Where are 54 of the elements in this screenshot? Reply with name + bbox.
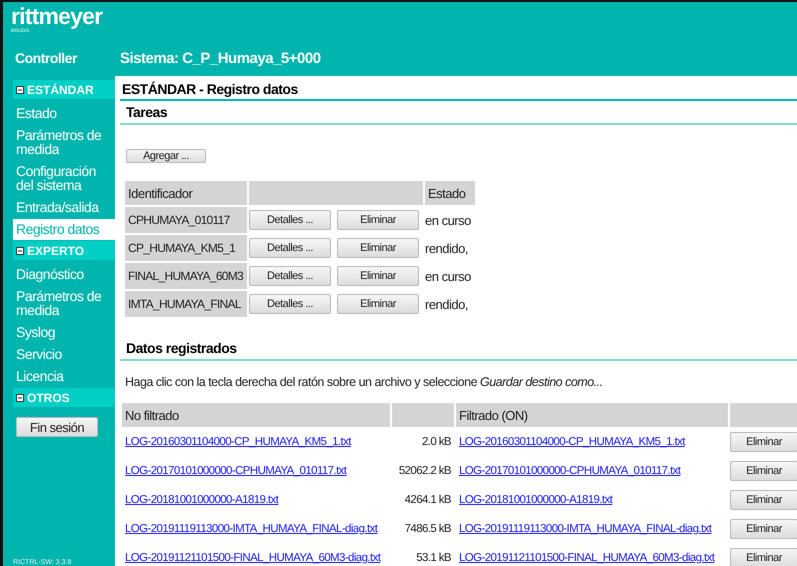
- table-header: Estado: [425, 181, 475, 205]
- table-cell-text: rendido,: [425, 240, 469, 258]
- delete-button[interactable]: Eliminar: [730, 432, 797, 452]
- logo: rittmeyer: [11, 4, 104, 28]
- collapse-icon[interactable]: [16, 86, 24, 94]
- table-cell: IMTA_HUMAYA_FINAL: [125, 291, 247, 317]
- details-button[interactable]: Detalles ...: [249, 294, 331, 314]
- collapse-icon[interactable]: [16, 246, 24, 254]
- table-cell: CPHUMAYA_010117: [125, 207, 247, 233]
- file-link[interactable]: LOG-20181001000000-A1819.txt: [459, 494, 612, 506]
- table-header: Identificador: [125, 181, 247, 205]
- table-header: [392, 403, 454, 427]
- file-link[interactable]: LOG-20170101000000-CPHUMAYA_010117.txt: [459, 464, 680, 476]
- delete-button[interactable]: Eliminar: [337, 238, 419, 258]
- table-cell-text: en curso: [425, 268, 472, 286]
- delete-button[interactable]: Eliminar: [730, 460, 797, 480]
- details-button[interactable]: Detalles ...: [249, 210, 331, 230]
- logout-button[interactable]: Fin sesión: [16, 417, 98, 437]
- collapse-icon[interactable]: [16, 394, 24, 402]
- page-title: ESTÁNDAR - Registro datos: [120, 80, 797, 101]
- delete-button[interactable]: Eliminar: [730, 518, 797, 538]
- table-header: No filtrado: [122, 403, 390, 427]
- table-cell: FINAL_HUMAYA_60M3: [125, 263, 247, 289]
- delete-button[interactable]: Eliminar: [730, 548, 797, 566]
- table-cell-text: 53.1 kB: [415, 550, 452, 566]
- file-link[interactable]: LOG-20191119113000-IMTA_HUMAYA_FINAL-diag.txt: [125, 522, 378, 534]
- table-cell-text: 2.0 kB: [420, 434, 452, 450]
- file-link[interactable]: LOG-20160301104000-CP_HUMAYA_KM5_1.txt: [459, 436, 685, 448]
- section-title: Tareas: [120, 101, 797, 125]
- table-cell-text: rendido,: [425, 296, 469, 314]
- system-name: Sistema: C_P_Humaya_5+000: [119, 50, 322, 66]
- table-cell-text: 7486.5 kB: [404, 522, 452, 536]
- file-link[interactable]: LOG-20191121101500-FINAL_HUMAYA_60M3-diag.txt: [459, 552, 714, 564]
- delete-button[interactable]: Eliminar: [337, 210, 419, 230]
- file-link[interactable]: LOG-20191121101500-FINAL_HUMAYA_60M3-diag.txt: [125, 552, 380, 564]
- details-button[interactable]: Detalles ...: [249, 266, 331, 286]
- table-cell: CP_HUMAYA_KM5_1: [125, 235, 247, 261]
- table-header: [730, 403, 797, 427]
- product-name: Controller: [14, 50, 78, 66]
- file-link[interactable]: LOG-20160301104000-CP_HUMAYA_KM5_1.txt: [125, 436, 351, 448]
- file-link[interactable]: LOG-20170101000000-CPHUMAYA_010117.txt: [125, 464, 346, 476]
- table-cell-text: 52062.2 kB: [398, 464, 452, 478]
- file-link[interactable]: LOG-20181001000000-A1819.txt: [125, 494, 278, 506]
- table-cell-text: en curso: [425, 212, 472, 230]
- delete-button[interactable]: Eliminar: [337, 266, 419, 286]
- section-title: Datos registrados: [120, 337, 797, 361]
- file-link[interactable]: LOG-20191119113000-IMTA_HUMAYA_FINAL-diag.txt: [459, 522, 712, 534]
- delete-button[interactable]: Eliminar: [730, 490, 797, 510]
- details-button[interactable]: Detalles ...: [249, 238, 331, 258]
- delete-button[interactable]: Eliminar: [337, 294, 419, 314]
- table-cell-text: 4264.1 kB: [404, 492, 452, 508]
- table-header: Filtrado (ON): [456, 403, 728, 427]
- add-button[interactable]: Agregar ...: [126, 149, 206, 163]
- instruction-text: Haga clic con la tecla derecha del ratón sobre un archivo y seleccione Guardar destino como...: [124, 374, 604, 389]
